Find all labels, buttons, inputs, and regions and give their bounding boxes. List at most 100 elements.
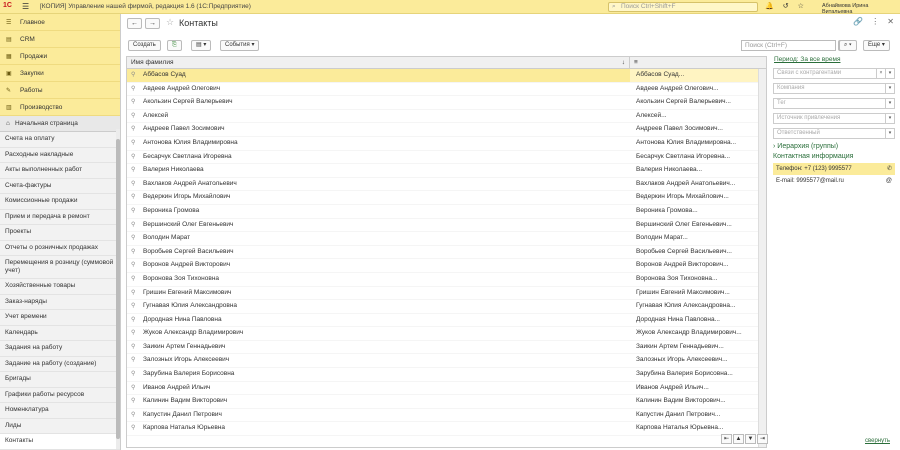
- responsible-filter[interactable]: Ответственный ▾: [773, 128, 895, 139]
- global-search-input[interactable]: ⌕ Поиск Ctrl+Shift+F: [608, 2, 758, 12]
- table-row[interactable]: ⚲ Авдеев Андрей Олегович Авдеев Андрей Оле…: [127, 83, 766, 97]
- section-main[interactable]: ☰ Главное: [0, 14, 120, 31]
- chevron-down-icon[interactable]: ▾: [885, 129, 894, 138]
- tag-filter[interactable]: Тег ▾: [773, 98, 895, 109]
- nav-item[interactable]: Прием и передача в ремонт: [0, 209, 120, 225]
- nav-item[interactable]: Задание на работу (создание): [0, 356, 120, 372]
- nav-item[interactable]: Графики работы ресурсов: [0, 387, 120, 403]
- nav-item[interactable]: Учет времени: [0, 310, 120, 326]
- table-row[interactable]: ⚲ Ведеркин Игорь Михайлович Ведеркин Игорь…: [127, 191, 766, 205]
- table-row[interactable]: ⚲ Антонова Юлия Владимировна Антонова Юлия…: [127, 137, 766, 151]
- nav-item[interactable]: Счета на оплату: [0, 132, 120, 148]
- search-button[interactable]: ⌕ ▾: [839, 40, 857, 51]
- company-filter[interactable]: Компания ▾: [773, 83, 895, 94]
- name-cell: ⚲ Акользин Сергей Валерьевич: [127, 96, 630, 109]
- table-row[interactable]: ⚲ Зарубина Валерия Борисовна Зарубина Вале…: [127, 368, 766, 382]
- up-button[interactable]: ▲: [733, 434, 744, 444]
- more-vert-icon[interactable]: ⋮: [871, 17, 879, 26]
- events-dropdown[interactable]: События ▾: [220, 40, 260, 51]
- column-header-info[interactable]: ≡: [630, 57, 766, 68]
- last-page-button[interactable]: ⇥: [757, 434, 768, 444]
- info-cell: Заикин Артем Геннадьевич...: [636, 342, 724, 350]
- nav-item[interactable]: Заказ-наряды: [0, 294, 120, 310]
- nav-item[interactable]: Номенклатура: [0, 403, 120, 419]
- source-filter[interactable]: Источник привлечения ▾: [773, 113, 895, 124]
- back-button[interactable]: ←: [127, 18, 142, 29]
- table-row[interactable]: ⚲ Вероника Громова Вероника Громова...: [127, 205, 766, 219]
- counterparty-filter[interactable]: Связи с контрагентами × ▾: [773, 68, 895, 79]
- table-row[interactable]: ⚲ Вершинский Олег Евгеньевич Вершинский Ол…: [127, 219, 766, 233]
- hamburger-menu-icon[interactable]: ☰: [22, 2, 29, 11]
- section-crm[interactable]: ▤ CRM: [0, 31, 120, 48]
- left-scrollbar[interactable]: [116, 129, 120, 449]
- table-scrollbar[interactable]: [758, 69, 766, 447]
- home-page-link[interactable]: ⌂ Начальная страница: [0, 116, 120, 132]
- contact-phone[interactable]: Телефон: +7 (123) 9995577 ✆: [773, 163, 895, 175]
- contact-email[interactable]: E-mail: 9995577@mail.ru @: [773, 175, 895, 187]
- table-row[interactable]: ⚲ Алексей Алексей...: [127, 110, 766, 124]
- nav-item[interactable]: Комиссионные продажи: [0, 194, 120, 210]
- nav-item[interactable]: Бригады: [0, 372, 120, 388]
- nav-item[interactable]: Хозяйственные товары: [0, 279, 120, 295]
- copy-button[interactable]: ⎘: [167, 40, 182, 51]
- link-icon[interactable]: 🔗: [853, 17, 863, 26]
- table-row[interactable]: ⚲ Дородная Нина Павловна Дородная Нина Пав…: [127, 314, 766, 328]
- chevron-down-icon[interactable]: ▾: [885, 69, 894, 78]
- first-page-button[interactable]: ⇤: [721, 434, 732, 444]
- section-sales[interactable]: ▦ Продажи: [0, 48, 120, 65]
- table-row[interactable]: ⚲ Вахлаков Андрей Анатольевич Вахлаков Анд…: [127, 178, 766, 192]
- down-button[interactable]: ▼: [745, 434, 756, 444]
- nav-item[interactable]: Календарь: [0, 325, 120, 341]
- table-row[interactable]: ⚲ Калинин Вадим Викторович Калинин Вадим В…: [127, 395, 766, 409]
- chevron-down-icon[interactable]: ▾: [885, 84, 894, 93]
- history-icon[interactable]: ↺: [783, 2, 789, 10]
- table-row[interactable]: ⚲ Андреев Павел Зосимович Андреев Павел Зо…: [127, 123, 766, 137]
- table-row[interactable]: ⚲ Володин Марат Володин Марат...: [127, 232, 766, 246]
- table-row[interactable]: ⚲ Гугнавая Юлия Александровна Гугнавая Юли…: [127, 300, 766, 314]
- nav-item[interactable]: Перемещения в розницу (суммовой учет): [0, 256, 120, 279]
- hierarchy-toggle[interactable]: › Иерархия (группы): [773, 143, 895, 150]
- chevron-down-icon[interactable]: ▾: [885, 99, 894, 108]
- table-row[interactable]: ⚲ Валерия Николаева Валерия Николаева...: [127, 164, 766, 178]
- column-header-name[interactable]: Имя фамилия ↓: [127, 57, 630, 68]
- nav-item[interactable]: Проекты: [0, 225, 120, 241]
- search-input[interactable]: Поиск (Ctrl+F): [741, 40, 836, 51]
- star-icon[interactable]: ☆: [798, 2, 804, 10]
- period-link[interactable]: Период: За все время: [774, 56, 895, 63]
- nav-item[interactable]: Отчеты о розничных продажах: [0, 240, 120, 256]
- contact-link-icon: ⚲: [131, 221, 136, 228]
- table-row[interactable]: ⚲ Аббасов Суад Аббасов Суад...: [127, 69, 766, 83]
- close-icon[interactable]: ✕: [887, 17, 894, 26]
- table-row[interactable]: ⚲ Акользин Сергей Валерьевич Акользин Серг…: [127, 96, 766, 110]
- main-area: ← → ☆ Контакты 🔗 ⋮ ✕ Создать ⎘ ▤ ▾ Событ…: [123, 14, 900, 450]
- bell-icon[interactable]: 🔔: [765, 2, 774, 10]
- nav-item[interactable]: Лиды: [0, 418, 120, 434]
- table-row[interactable]: ⚲ Карпова Наталья Юрьевна Карпова Наталья …: [127, 422, 766, 437]
- table-row[interactable]: ⚲ Гришин Евгений Максимович Гришин Евгений…: [127, 287, 766, 301]
- section-production[interactable]: ▥ Производство: [0, 99, 120, 116]
- table-row[interactable]: ⚲ Заикин Артем Геннадьевич Заикин Артем Ге…: [127, 341, 766, 355]
- create-button[interactable]: Создать: [128, 40, 161, 51]
- table-row[interactable]: ⚲ Иванов Андрей Ильич Иванов Андрей Ильич.…: [127, 382, 766, 396]
- section-purchases[interactable]: ▣ Закупки: [0, 65, 120, 82]
- favorite-star-icon[interactable]: ☆: [166, 17, 174, 28]
- collapse-link[interactable]: свернуть: [865, 438, 890, 444]
- table-row[interactable]: ⚲ Воронова Зоя Тихоновна Воронова Зоя Тихо…: [127, 273, 766, 287]
- chevron-down-icon[interactable]: ▾: [885, 114, 894, 123]
- table-row[interactable]: ⚲ Воробьев Сергей Васильевич Воробьев Серг…: [127, 246, 766, 260]
- nav-item[interactable]: Задания на работу: [0, 341, 120, 357]
- nav-item[interactable]: Расходные накладные: [0, 147, 120, 163]
- nav-item[interactable]: Счета-фактуры: [0, 178, 120, 194]
- table-row[interactable]: ⚲ Залозных Игорь Алексеевич Залозных Игорь…: [127, 354, 766, 369]
- table-row[interactable]: ⚲ Капустин Данил Петрович Капустин Данил П…: [127, 409, 766, 423]
- nav-item-contacts[interactable]: Контакты: [0, 434, 120, 450]
- table-row[interactable]: ⚲ Жуков Александр Владимирович Жуков Алекс…: [127, 327, 766, 341]
- close-icon[interactable]: ×: [876, 69, 885, 78]
- print-button[interactable]: ▤ ▾: [191, 40, 212, 51]
- forward-button[interactable]: →: [145, 18, 160, 29]
- nav-item[interactable]: Акты выполненных работ: [0, 163, 120, 179]
- section-works[interactable]: ✎ Работы: [0, 82, 120, 99]
- table-row[interactable]: ⚲ Воронов Андрей Викторович Воронов Андрей…: [127, 259, 766, 273]
- more-button[interactable]: Еще ▾: [863, 40, 890, 51]
- table-row[interactable]: ⚲ Бесарчук Светлана Игоревна Бесарчук Свет…: [127, 151, 766, 165]
